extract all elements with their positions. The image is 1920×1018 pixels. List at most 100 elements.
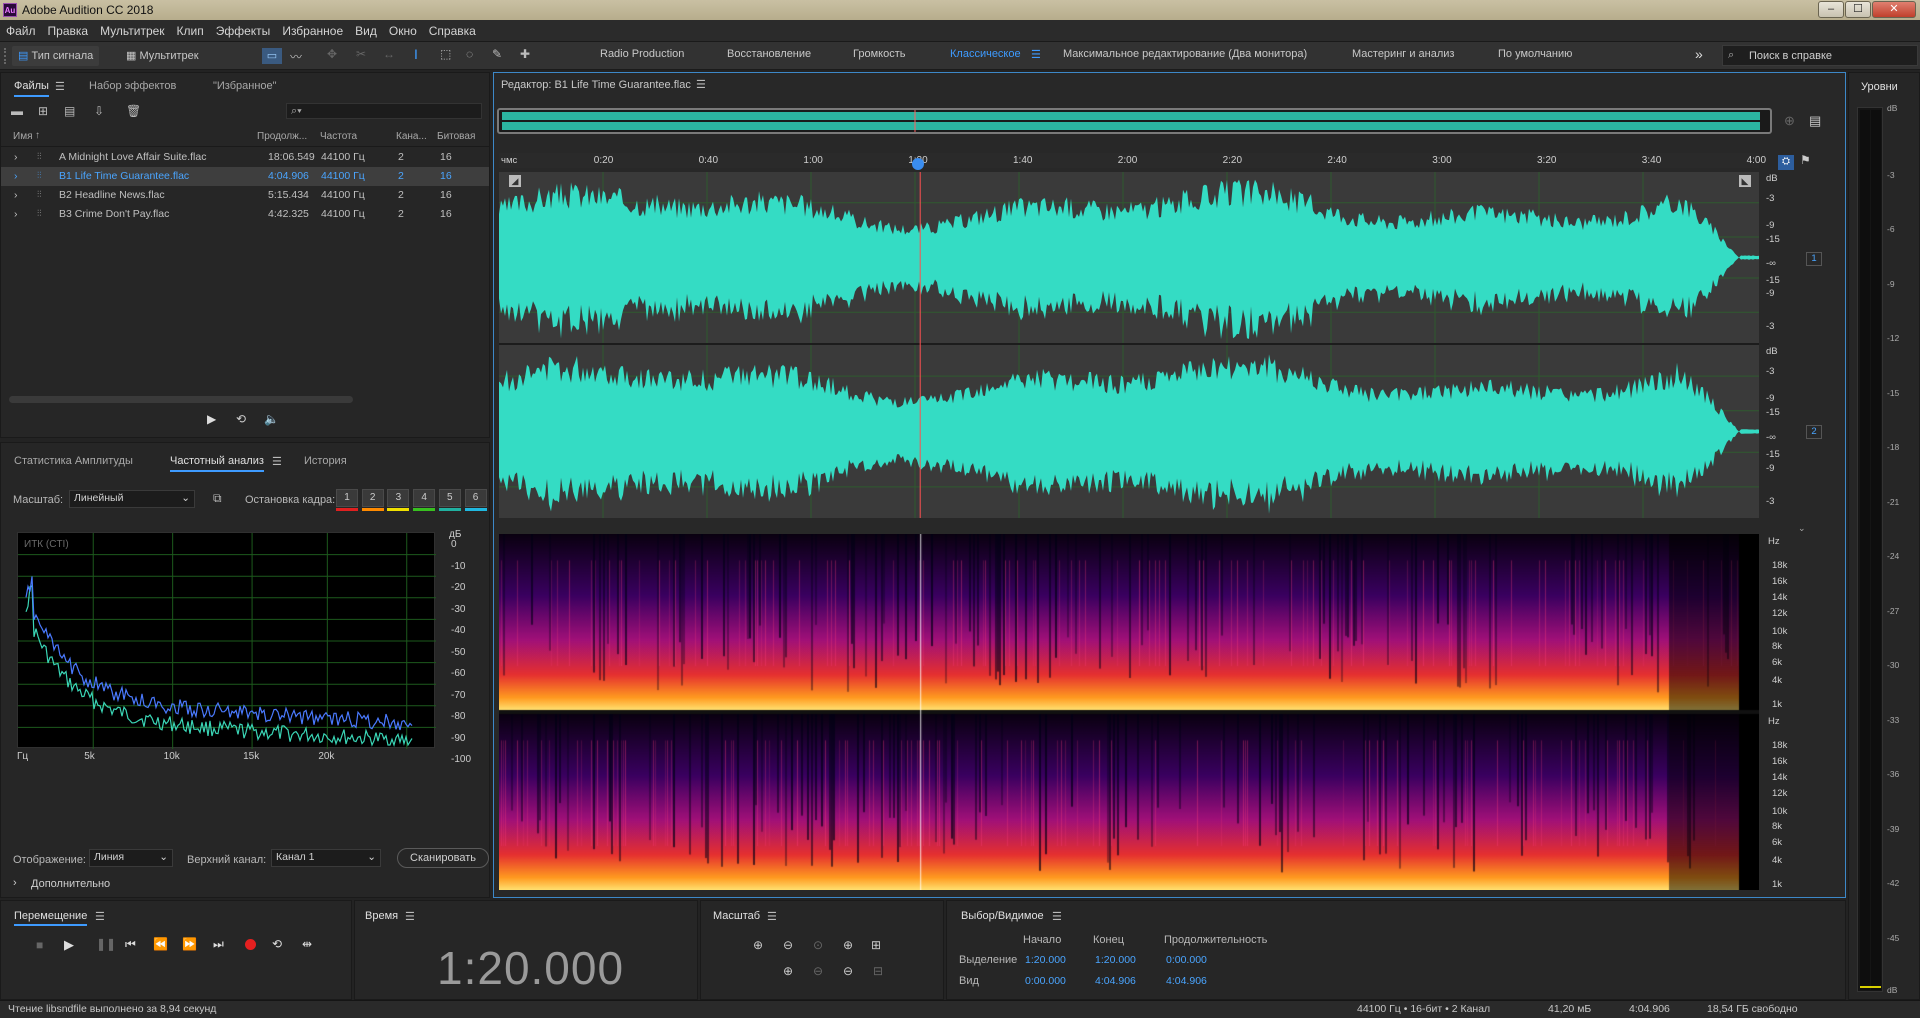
record-icon[interactable] — [245, 939, 256, 950]
view-duration-field[interactable]: 4:04.906 — [1166, 975, 1207, 987]
channel-badge[interactable]: 2 — [1806, 425, 1822, 439]
zoom-out-point-icon[interactable]: ⊖ — [813, 964, 823, 978]
chevron-right-icon[interactable]: › — [14, 208, 18, 220]
chevron-right-icon[interactable]: › — [14, 189, 18, 201]
zoom-in-amplitude-icon[interactable]: ⊕ — [753, 938, 763, 952]
editor-menu-icon[interactable]: ☰ — [696, 78, 706, 91]
workspace-mastering[interactable]: Мастеринг и анализ — [1352, 48, 1454, 60]
pause-icon[interactable]: ❚❚ — [96, 937, 116, 951]
workspace-menu-icon[interactable]: ☰ — [1031, 48, 1041, 61]
col-duration[interactable]: Продолж... — [257, 131, 307, 142]
marquee-tool-icon[interactable]: ⬚ — [440, 47, 451, 61]
scan-button[interactable]: Сканировать — [397, 848, 489, 868]
zoom-out-time-icon[interactable]: ⊖ — [843, 964, 853, 978]
lasso-tool-icon[interactable]: ◌ — [466, 47, 473, 61]
workspace-classic[interactable]: Классическое — [950, 48, 1021, 60]
drag-handle-icon[interactable] — [4, 48, 10, 64]
playhead-marker-icon[interactable] — [912, 158, 925, 170]
more-options-toggle[interactable]: Дополнительно — [31, 878, 110, 890]
minimize-button[interactable]: ‒ — [1818, 1, 1844, 18]
scale-select[interactable]: Линейный ⌄ — [69, 490, 195, 508]
tab-files-menu-icon[interactable]: ☰ — [55, 80, 65, 93]
help-search-box[interactable]: ⌕ Поиск в справке — [1722, 45, 1918, 66]
play-icon[interactable]: ▶ — [64, 937, 74, 953]
spectral-display[interactable] — [499, 534, 1759, 890]
zoom-out-amplitude-icon[interactable]: ⊖ — [783, 938, 793, 952]
col-rate[interactable]: Частота — [320, 131, 357, 142]
waveform-area[interactable]: ◢ ◣ — [499, 172, 1759, 520]
delete-icon[interactable]: 🗑 — [126, 104, 141, 118]
file-row[interactable]: › ⫶⫶ A Midnight Love Affair Suite.flac 18:0… — [1, 148, 489, 167]
file-row[interactable]: › ⫶⫶ B3 Crime Don't Pay.flac 4:42.325 44100 … — [1, 205, 489, 224]
loop-icon[interactable]: ⟲ — [272, 937, 282, 951]
file-row[interactable]: › ⫶⫶ B2 Headline News.flac 5:15.434 44100 Гц… — [1, 186, 489, 205]
skip-selection-icon[interactable]: ⇹ — [302, 937, 312, 951]
col-bits[interactable]: Битовая — [437, 131, 475, 142]
play-preview-icon[interactable]: ▶ — [207, 412, 216, 426]
menu-help[interactable]: Справка — [423, 20, 482, 42]
stop-icon[interactable]: ■ — [36, 938, 43, 952]
tab-history[interactable]: История — [304, 455, 347, 467]
fade-out-handle-icon[interactable]: ◣ — [1739, 175, 1751, 187]
files-horizontal-scrollbar[interactable] — [9, 396, 353, 403]
zoom-in-time-icon[interactable]: ⊕ — [843, 938, 853, 952]
insert-into-multitrack-icon[interactable]: ▤ — [64, 104, 75, 118]
menu-multitrack[interactable]: Мультитрек — [94, 20, 170, 42]
freeze-frame-button-5[interactable]: 5 — [438, 489, 461, 511]
spectral-display-icon[interactable]: ▭ — [262, 48, 282, 64]
waveform-view-button[interactable]: ▤ Тип сигнала — [12, 46, 100, 66]
zoom-in-point-icon[interactable]: ⊕ — [783, 964, 793, 978]
panel-menu-icon[interactable]: ☰ — [1052, 910, 1062, 923]
col-channels[interactable]: Кана... — [396, 131, 427, 142]
spectral-pitch-icon[interactable]: 〰 — [290, 48, 302, 65]
tab-frequency-analysis[interactable]: Частотный анализ — [170, 455, 264, 472]
file-row[interactable]: › ⫶⫶ B1 Life Time Guarantee.flac 4:04.906 44… — [1, 167, 489, 186]
panel-menu-icon[interactable]: ☰ — [767, 910, 777, 923]
workspace-default[interactable]: По умолчанию — [1498, 48, 1572, 60]
selection-start-field[interactable]: 1:20.000 — [1025, 954, 1066, 966]
selection-duration-field[interactable]: 0:00.000 — [1166, 954, 1207, 966]
loop-preview-icon[interactable]: ⟲ — [236, 412, 246, 426]
tab-effects-set[interactable]: Набор эффектов — [89, 80, 176, 92]
rewind-icon[interactable]: ⏪ — [153, 937, 168, 951]
freeze-frame-button-6[interactable]: 6 — [464, 489, 487, 511]
channel-select[interactable]: Канал 1 ⌄ — [271, 849, 381, 867]
autoplay-icon[interactable]: ⇩ — [94, 104, 104, 118]
menu-favorites[interactable]: Избранное — [276, 20, 349, 42]
zoom-to-selection-icon[interactable]: ⊞ — [871, 938, 881, 952]
chevron-right-icon[interactable]: › — [13, 877, 17, 889]
display-select[interactable]: Линия ⌄ — [89, 849, 173, 867]
chevron-right-icon[interactable]: › — [14, 170, 18, 182]
zoom-in-amplitude-icon[interactable]: ⊕ — [1784, 113, 1795, 129]
close-button[interactable]: ✕ — [1872, 1, 1916, 18]
menu-view[interactable]: Вид — [349, 20, 383, 42]
overview-navigator[interactable] — [497, 108, 1772, 134]
menu-edit[interactable]: Правка — [42, 20, 95, 42]
menu-effects[interactable]: Эффекты — [210, 20, 277, 42]
zoom-out-full-icon[interactable]: ⊙ — [813, 938, 823, 952]
split-handle[interactable] — [499, 524, 1759, 528]
more-workspaces-button[interactable]: » — [1695, 46, 1703, 62]
view-end-field[interactable]: 4:04.906 — [1095, 975, 1136, 987]
channel-badge[interactable]: 1 — [1806, 252, 1822, 266]
tab-menu-icon[interactable]: ☰ — [272, 455, 282, 468]
autoplay-speaker-icon[interactable]: 🔈 — [264, 412, 279, 426]
tab-amplitude-statistics[interactable]: Статистика Амплитуды — [14, 455, 133, 467]
workspace-max-edit[interactable]: Максимальное редактирование (Два монитор… — [1063, 48, 1307, 60]
skip-to-end-icon[interactable]: ⏭ — [213, 937, 224, 952]
tab-favorites[interactable]: "Избранное" — [213, 80, 277, 92]
brush-tool-icon[interactable]: ✎ — [492, 47, 502, 61]
menu-file[interactable]: Файл — [0, 20, 42, 42]
tab-files[interactable]: Файлы — [14, 80, 49, 97]
timeline-lock-icon[interactable]: ⛭ — [1778, 155, 1794, 170]
current-time-display[interactable]: 1:20.000 — [437, 941, 624, 995]
selection-end-field[interactable]: 1:20.000 — [1095, 954, 1136, 966]
chevron-down-icon[interactable]: ⌄ — [1798, 523, 1806, 534]
menu-window[interactable]: Окно — [383, 20, 423, 42]
workspace-loudness[interactable]: Громкость — [853, 48, 905, 60]
healing-tool-icon[interactable]: ✚ — [520, 47, 530, 61]
chevron-right-icon[interactable]: › — [14, 151, 18, 163]
open-file-icon[interactable]: ▬ — [11, 104, 23, 118]
col-name[interactable]: Имя — [13, 131, 32, 142]
zoom-reset-icon[interactable]: ⊟ — [873, 964, 883, 978]
